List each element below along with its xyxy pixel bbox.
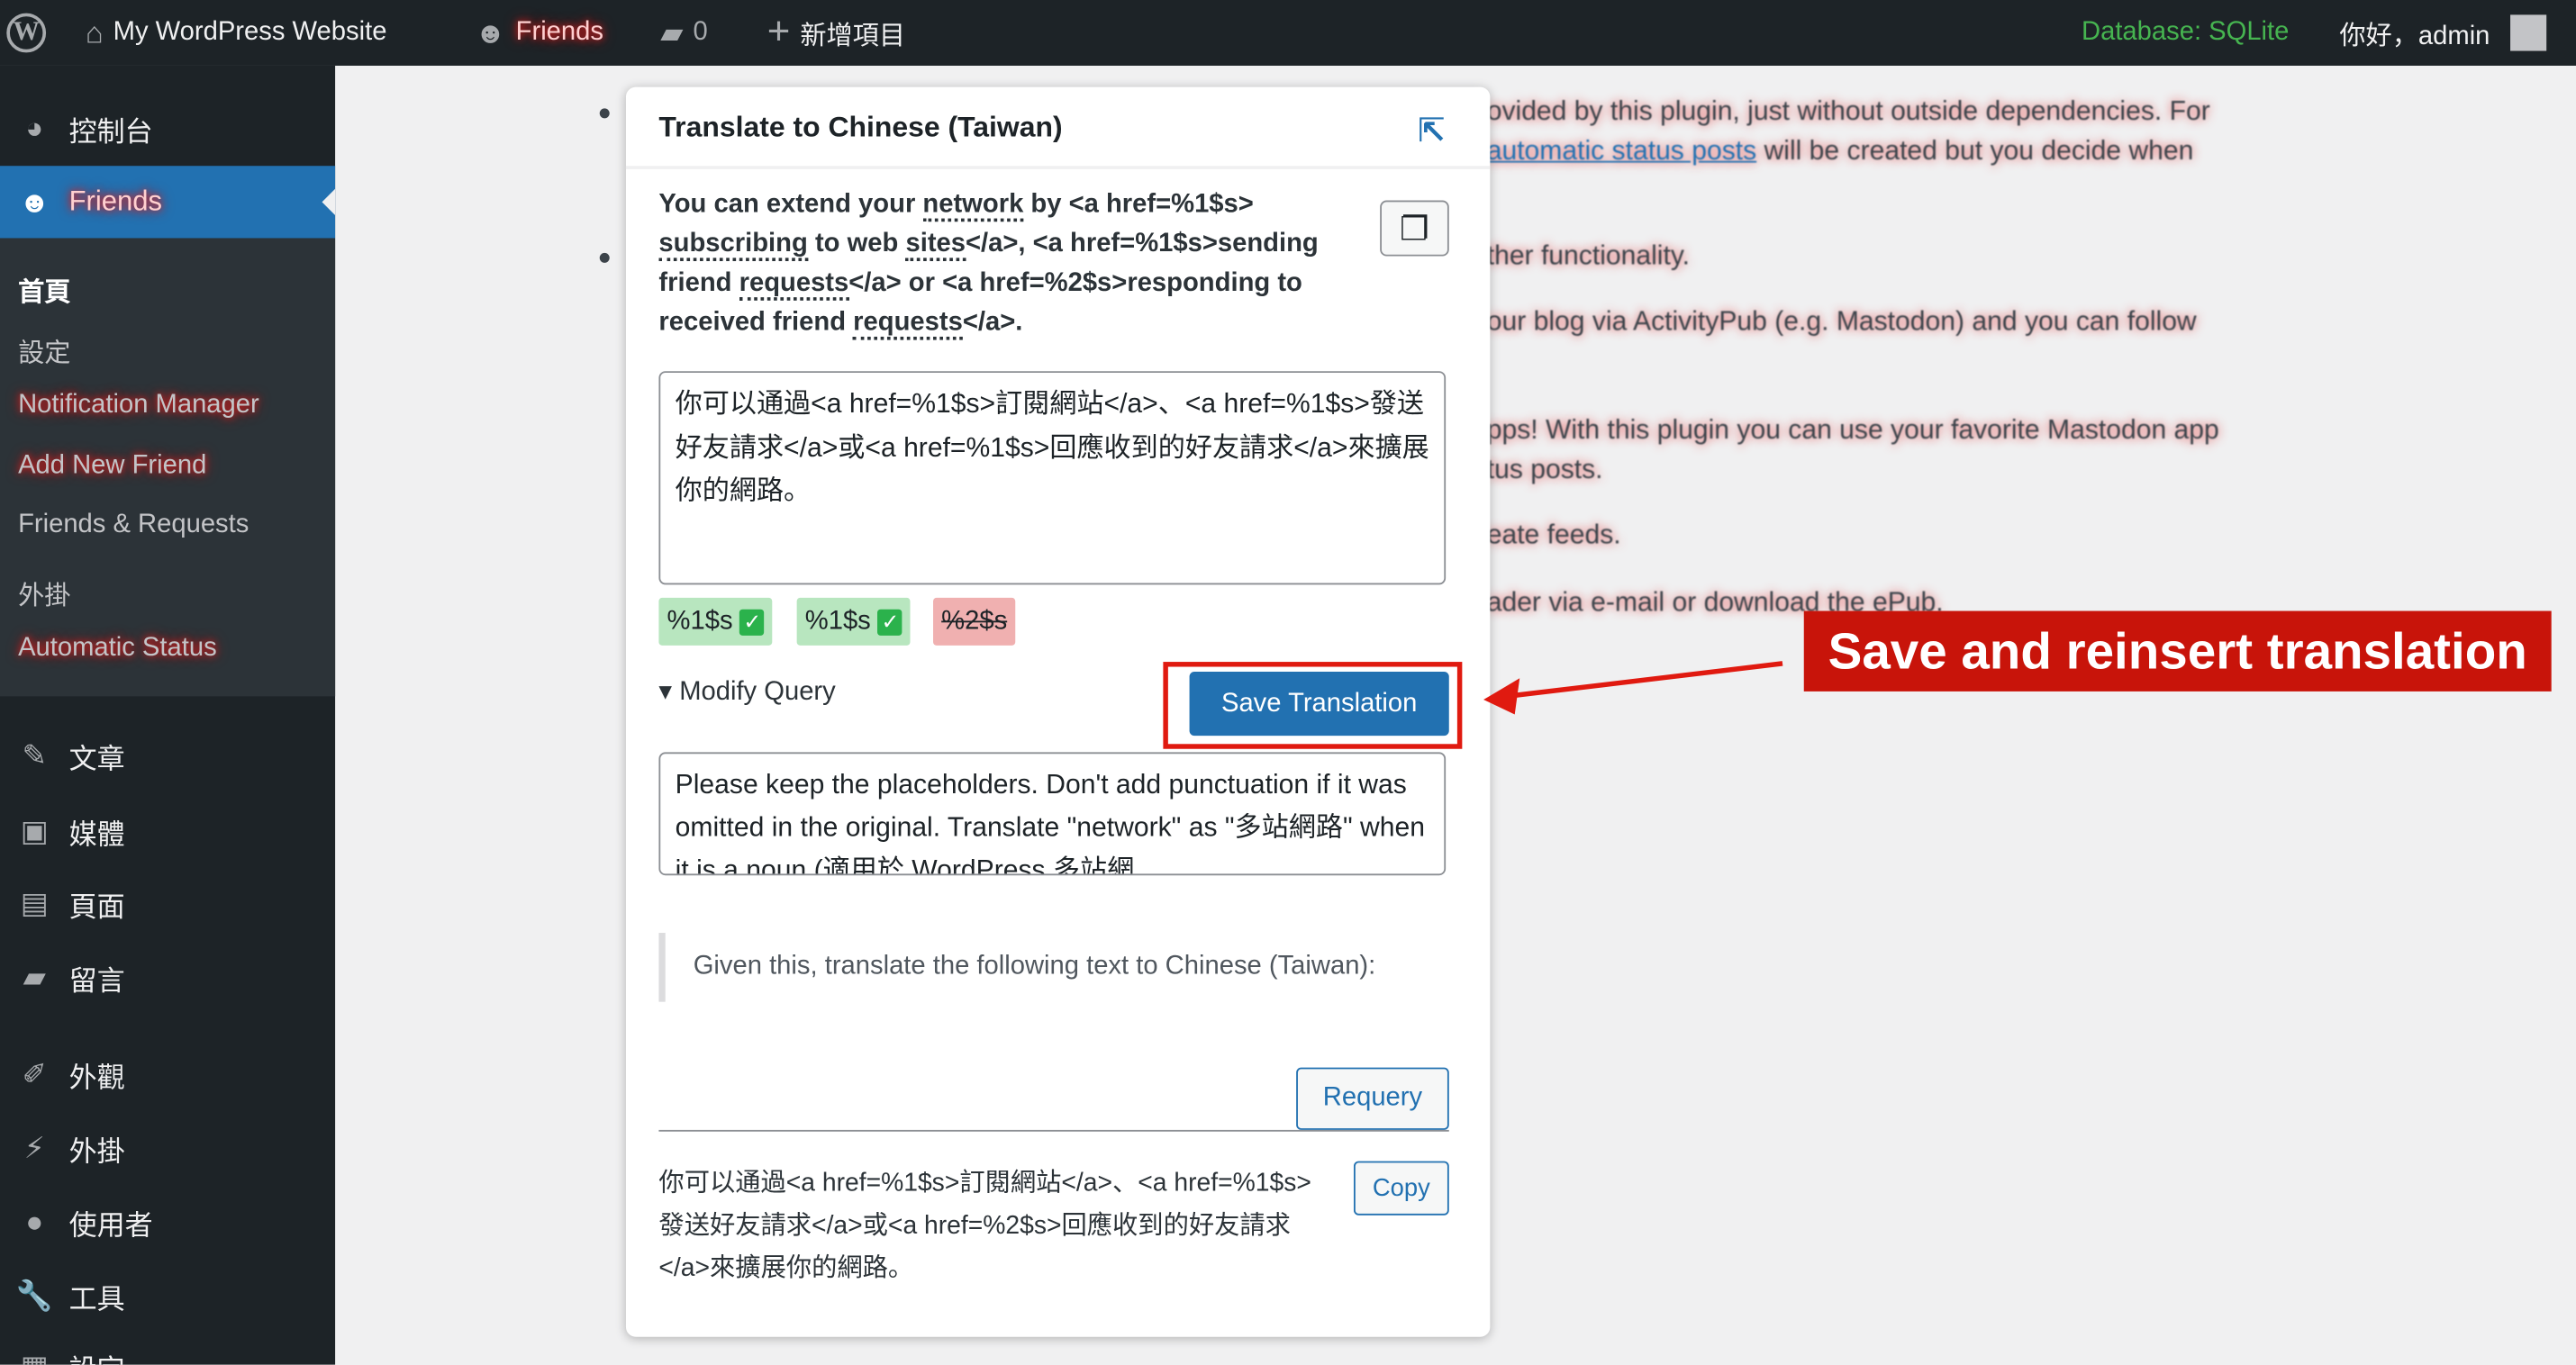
user-icon: ● [25,1204,44,1238]
account-menu[interactable]: 你好，admin [2339,0,2546,66]
list-bullet [599,108,610,119]
sidebar-item-tools[interactable]: 🔧 工具 [0,1263,335,1329]
submenu-settings[interactable]: 設定 [18,330,70,370]
comment-icon: ▰ [660,15,684,49]
submenu-friends-requests[interactable]: Friends & Requests [18,511,249,540]
new-item-link[interactable]: + 新增項目 [767,0,905,66]
glossary-term[interactable]: sites [905,230,966,262]
placeholder-chip: %1$s ✓ [796,597,912,646]
database-indicator: Database: SQLite [2082,18,2290,47]
placeholder-chip-missing: %2$s [933,597,1016,646]
translation-textarea[interactable]: 你可以通過<a href=%1$s>訂閱網站</a>、<a href=%1$s>… [658,371,1447,585]
page-icon: ▤ [20,886,49,919]
copy-source-button[interactable]: ❐ [1380,200,1449,257]
friends-submenu: 首頁 設定 Notification Manager Add New Frien… [0,238,336,697]
glossary-term[interactable]: requests [853,308,963,340]
arrow-line [1506,661,1783,700]
comment-icon: ▰ [23,960,46,993]
check-icon: ✓ [739,608,765,635]
sidebar: ◕ 控制台 ☻ Friends 首頁 設定 Notification Manager… [0,65,336,1365]
query-textarea[interactable]: Please keep the placeholders. Don't add … [658,752,1447,876]
screen: W ⌂ My WordPress Website ☻ Friends ▰ 0 + 新增項… [0,0,2576,1365]
brush-icon: ✐ [22,1056,48,1090]
save-translation-button[interactable]: Save Translation [1189,672,1449,737]
sidebar-item-appearance[interactable]: ✐ 外觀 [0,1041,335,1107]
dashboard-icon: ◕ [25,111,44,144]
popup-title: Translate to Chinese (Taiwan) [658,110,1063,143]
comments-link[interactable]: ▰ 0 [660,0,707,66]
bg-text-line: our blog via ActivityPub (e.g. Mastodon)… [1486,307,2197,337]
sidebar-item-plugins[interactable]: ⚡ 外掛 [0,1115,335,1180]
bg-text-line: eate feeds. [1486,520,1621,551]
glossary-term[interactable]: subscribing [658,230,808,262]
current-arrow [322,188,336,215]
sidebar-item-settings[interactable]: ▦設定 [0,1333,335,1364]
arrow-head [1483,678,1520,715]
settings-icon: ▦ [0,1349,69,1364]
divider [658,1129,1449,1132]
sidebar-item-comments[interactable]: ▰ 留言 [0,945,335,1010]
sidebar-item-posts[interactable]: ✎ 文章 [0,723,335,789]
bg-text-line: pps! With this plugin you can use your f… [1486,415,2219,446]
sidebar-item-pages[interactable]: ▤ 頁面 [0,871,335,936]
admin-bar: W ⌂ My WordPress Website ☻ Friends ▰ 0 + 新增項… [0,0,2576,66]
glossary-term[interactable]: requests [739,269,849,301]
plus-icon: + [766,9,791,55]
plugin-icon: ⚡ [23,1130,45,1164]
submenu-home[interactable]: 首頁 [18,269,70,309]
requery-button[interactable]: Requery [1296,1067,1449,1130]
external-link-icon[interactable]: ⇱ [1418,110,1446,151]
avatar [2509,14,2546,51]
bg-text-line: tus posts. [1486,455,1603,485]
annotation-label: Save and reinsert translation [1803,610,2552,692]
modify-query-toggle[interactable]: ▾ Modify Query [658,675,835,708]
glossary-term[interactable]: network [922,190,1024,222]
automatic-status-posts-link[interactable]: automatic status posts [1487,136,1756,166]
sidebar-item-users[interactable]: ● 使用者 [0,1189,335,1255]
annotation-arrow [1483,661,1783,715]
sidebar-item-dashboard[interactable]: ◕ 控制台 [0,95,335,161]
home-icon: ⌂ [85,15,104,49]
submenu-automatic-status[interactable]: Automatic Status [18,634,217,664]
wordpress-logo-icon[interactable]: W [6,0,47,66]
divider [625,166,1491,169]
submenu-notification-manager[interactable]: Notification Manager [18,391,259,420]
copy-button[interactable]: Copy [1353,1161,1449,1216]
check-icon: ✓ [877,608,903,635]
prompt-quote: Given this, translate the following text… [658,933,1448,1002]
wrench-icon: 🔧 [15,1278,53,1312]
pin-icon: ✎ [22,737,48,772]
friends-link[interactable]: ☻ Friends [475,0,603,66]
translate-popup: Translate to Chinese (Taiwan) ⇱ You can … [625,86,1491,1337]
friends-icon: ☻ [475,15,506,49]
copy-icon: ❐ [1400,211,1429,248]
sidebar-item-friends[interactable]: ☻ Friends [0,166,336,239]
list-bullet [599,252,610,263]
friends-icon: ☻ [19,185,50,218]
result-text: 你可以通過<a href=%1$s>訂閱網站</a>、<a href=%1$s>… [658,1169,1311,1283]
placeholder-chip: %1$s ✓ [658,597,773,646]
bg-text-line: ther functionality. [1486,241,1691,271]
submenu-plugins[interactable]: 外掛 [18,574,70,613]
submenu-add-new-friend[interactable]: Add New Friend [18,452,206,482]
site-name-link[interactable]: ⌂ My WordPress Website [86,0,387,66]
bg-text-line: ovided by this plugin, just without outs… [1486,96,2210,127]
media-icon: ▣ [20,813,49,847]
sidebar-item-media[interactable]: ▣ 媒體 [0,798,335,863]
bg-text-line: automatic status posts will be created b… [1486,136,2194,167]
source-text: You can extend your network by <a href=%… [658,185,1382,343]
